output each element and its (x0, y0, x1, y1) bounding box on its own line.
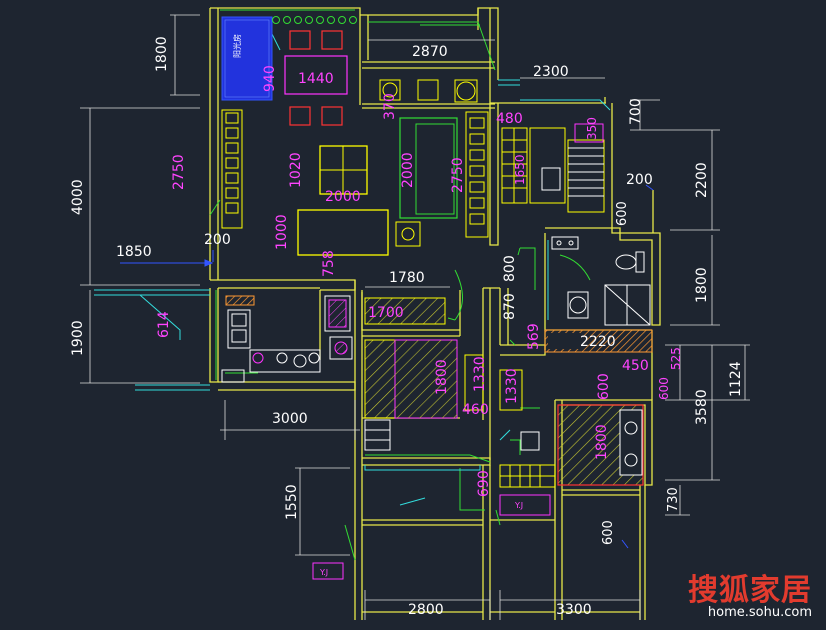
dim-2750-left: 2750 (171, 154, 187, 190)
dim-450: 450 (622, 358, 649, 374)
ac-unit-tag-1: Y.J (514, 501, 523, 510)
dim-3000: 3000 (272, 411, 308, 427)
dim-2300: 2300 (533, 64, 569, 80)
dim-2000-v: 2000 (400, 152, 416, 188)
dim-4000: 4000 (70, 179, 86, 215)
kitchen-fixtures (221, 295, 353, 383)
dim-1020: 1020 (288, 152, 304, 188)
dim-3580: 3580 (694, 389, 710, 425)
dim-1800-bed2: 1800 (594, 424, 610, 460)
dim-2800: 2800 (408, 602, 444, 618)
dim-1440: 1440 (298, 71, 334, 87)
dim-870: 870 (502, 293, 518, 320)
dim-2870: 2870 (412, 44, 448, 60)
dim-200-left: 200 (204, 232, 231, 248)
dim-3300: 3300 (556, 602, 592, 618)
dim-2000-h: 2000 (325, 189, 361, 205)
dim-569: 569 (526, 323, 542, 350)
dim-600-r2: 600 (657, 377, 671, 400)
dim-1800-top: 1800 (154, 36, 170, 72)
dim-1550: 1550 (284, 484, 300, 520)
svg-text:阳光房: 阳光房 (232, 34, 242, 58)
dim-730: 730 (666, 487, 681, 512)
balcony-area: 阳光房 (221, 16, 357, 101)
living-furniture (221, 79, 489, 256)
dim-1700: 1700 (368, 305, 404, 321)
dim-1124: 1124 (728, 361, 744, 397)
dim-690: 690 (476, 470, 492, 497)
dim-600-bottom: 600 (601, 520, 616, 545)
dim-460: 460 (462, 402, 489, 418)
floor-plan: 阳光房 1800 2870 2300 700 4000 2200 200 600… (0, 0, 826, 626)
dim-525: 525 (669, 347, 683, 370)
dim-1780: 1780 (389, 270, 425, 286)
dim-940: 940 (262, 65, 278, 92)
watermark-url: home.sohu.com (707, 605, 812, 620)
railings (94, 29, 611, 506)
dim-1330-b: 1330 (504, 368, 520, 404)
floor-plan-drawing: 阳光房 1800 2870 2300 700 4000 2200 200 600… (70, 7, 750, 620)
dim-480: 480 (496, 111, 523, 127)
dim-2200: 2200 (694, 162, 710, 198)
dim-614: 614 (156, 311, 172, 338)
watermark-logo: 搜狐家居 (688, 573, 812, 608)
dim-2750-mid: 2750 (450, 157, 466, 193)
dim-758: 758 (321, 250, 337, 277)
dim-700: 700 (628, 98, 644, 125)
dim-1800-right: 1800 (694, 267, 710, 303)
ac-unit-tag-2: Y.J (319, 568, 328, 577)
dim-1330-a: 1330 (472, 356, 488, 392)
dim-370: 370 (382, 93, 398, 120)
dim-200-right: 200 (626, 172, 653, 188)
dim-1850: 1850 (116, 244, 152, 260)
dim-1800-bed: 1800 (434, 359, 450, 395)
dim-2220: 2220 (580, 334, 616, 350)
dim-600-right: 600 (615, 201, 630, 226)
equipment-tags: Y.J Y.J (319, 501, 523, 577)
dim-350: 350 (585, 117, 599, 140)
dim-1000: 1000 (274, 214, 290, 250)
dim-1900: 1900 (70, 320, 86, 356)
dim-1650: 1650 (513, 154, 527, 185)
dim-600-bath: 600 (596, 373, 612, 400)
watermark: 搜狐家居 home.sohu.com (688, 576, 812, 620)
dim-800: 800 (502, 255, 518, 282)
